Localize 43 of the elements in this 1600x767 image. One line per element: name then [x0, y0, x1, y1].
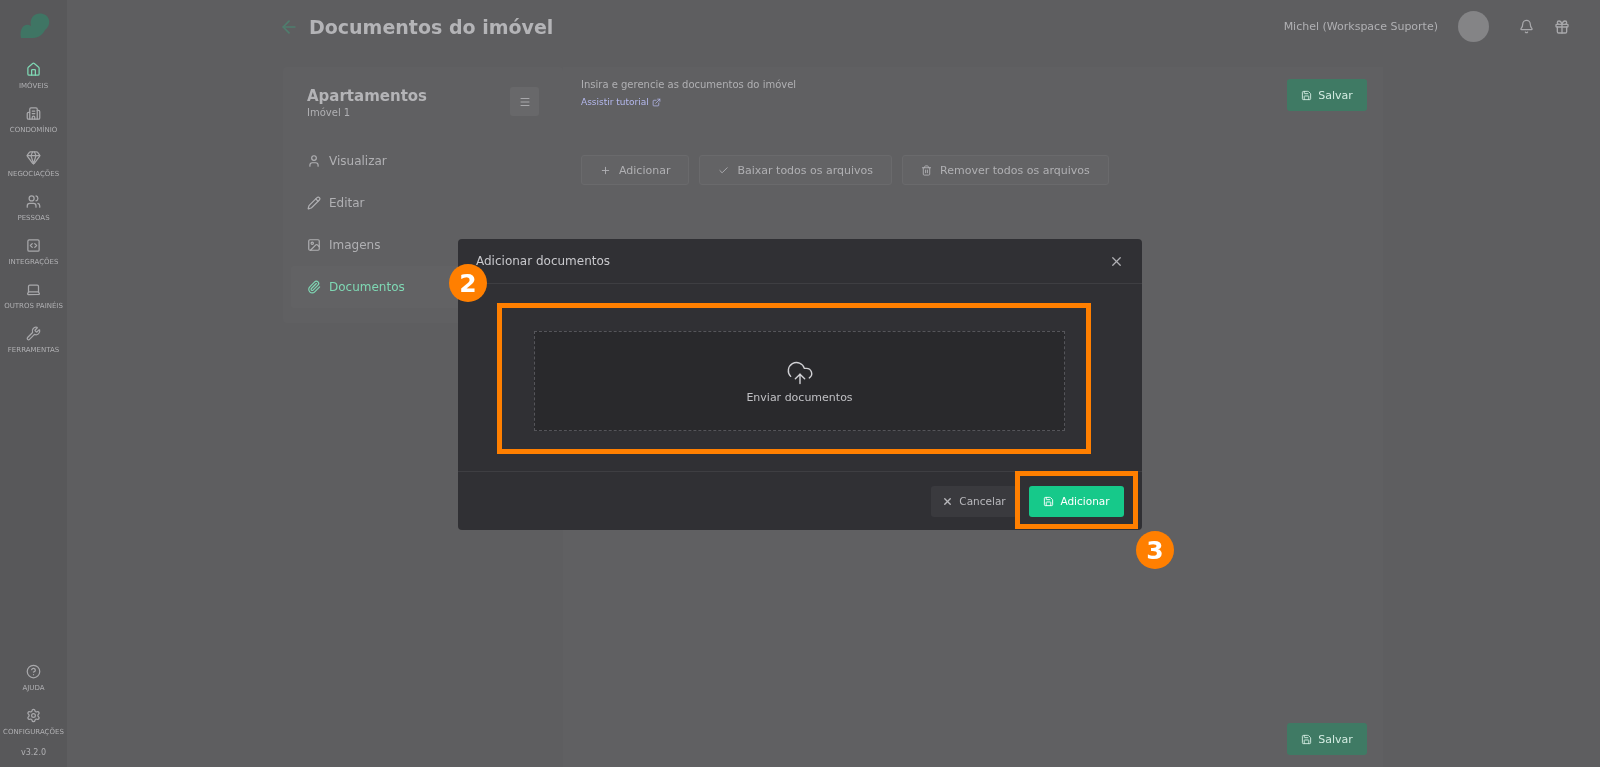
page-title: Documentos do imóvel: [309, 15, 555, 38]
save-button[interactable]: Salvar: [1287, 723, 1367, 755]
close-icon: [942, 495, 954, 507]
help-icon: [26, 664, 41, 679]
check-icon: [718, 164, 730, 176]
bell-icon[interactable]: [1519, 19, 1534, 34]
image-icon: [307, 238, 321, 252]
add-button[interactable]: Adicionar: [1029, 485, 1124, 517]
sidebar-icon: [26, 326, 41, 341]
card-menu-item[interactable]: Editar: [291, 182, 539, 224]
menu-button[interactable]: [510, 87, 539, 116]
save-icon: [1043, 495, 1055, 507]
plus-icon: [600, 164, 611, 176]
property-title: Apartamentos: [307, 87, 428, 105]
person-icon: [307, 154, 321, 168]
sidebar-icon: [26, 62, 41, 77]
user-name: Michel (Workspace Suporte): [1283, 20, 1438, 33]
action-button[interactable]: Remover todos os arquivos: [902, 155, 1109, 185]
sidebar-icon: [26, 238, 41, 253]
menu-icon: [518, 95, 531, 108]
property-subtitle: Imóvel 1: [307, 107, 352, 118]
description: Insira e gerencie as documentos do imóvel: [581, 79, 797, 90]
paperclip-icon: [307, 280, 321, 294]
sidebar-icon: [26, 150, 41, 165]
avatar[interactable]: [1458, 11, 1489, 42]
version-label: v3.2.0: [20, 748, 47, 757]
action-button[interactable]: Baixar todos os arquivos: [699, 155, 893, 185]
tutorial-link[interactable]: Assistir tutorial: [581, 97, 661, 107]
dropzone[interactable]: Enviar documentos: [534, 331, 1065, 431]
trash-icon: [921, 164, 933, 176]
action-button[interactable]: Adicionar: [581, 155, 690, 185]
save-icon: [1301, 733, 1313, 745]
sidebar-icon: [26, 282, 41, 297]
save-icon: [1301, 89, 1313, 101]
settings-icon: [26, 708, 41, 723]
external-link-icon: [651, 97, 661, 107]
card-menu-item[interactable]: Visualizar: [291, 140, 539, 182]
cancel-button[interactable]: Cancelar: [931, 485, 1017, 517]
sidebar-icon: [26, 194, 41, 209]
save-button[interactable]: Salvar: [1287, 79, 1367, 111]
gift-icon[interactable]: [1554, 18, 1570, 35]
sidebar-icon: [26, 106, 41, 121]
pencil-icon: [307, 196, 321, 210]
